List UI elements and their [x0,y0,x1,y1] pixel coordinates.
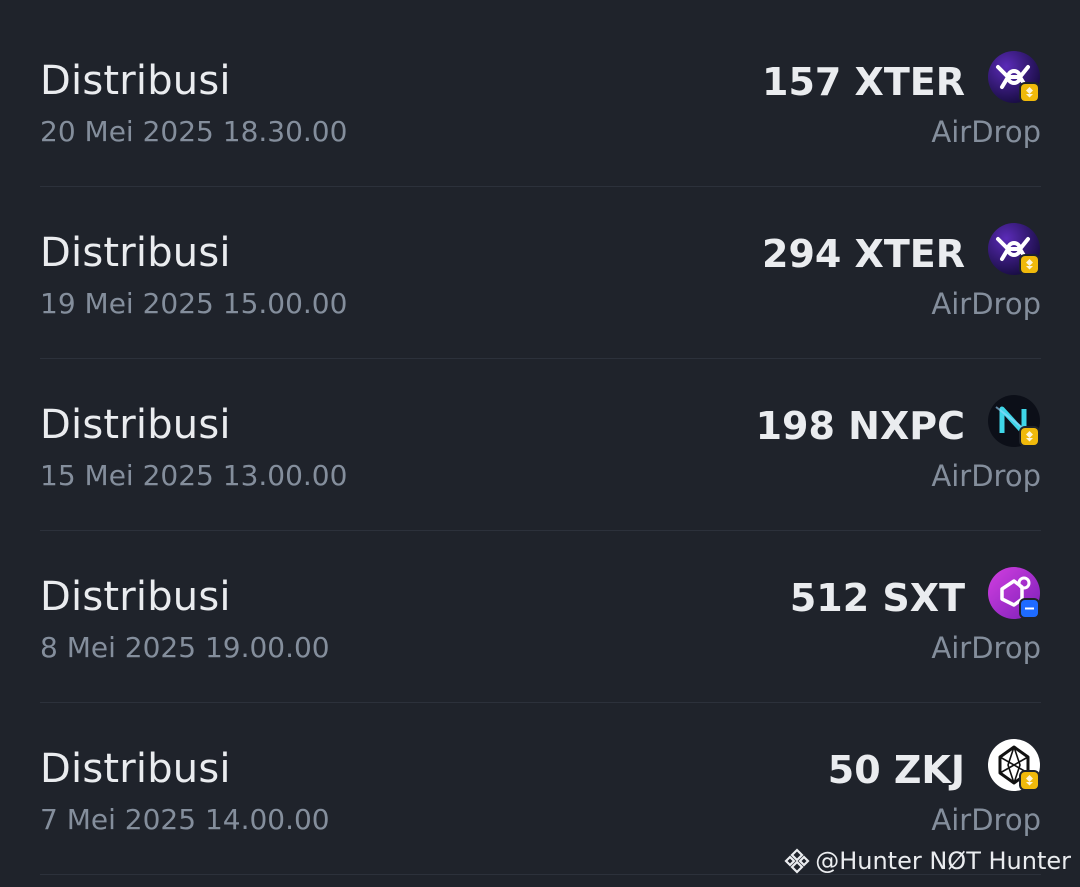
bnb-badge-icon [1019,426,1040,447]
bnb-badge-icon [1019,82,1040,103]
zkj-icon [988,739,1041,792]
transaction-amount: 50 ZKJ [827,748,965,792]
sxt-icon [988,567,1041,620]
transaction-source: AirDrop [931,287,1041,321]
transaction-source: AirDrop [931,115,1041,149]
transaction-type: Distribusi [40,230,231,276]
transaction-list: Distribusi 20 Mei 2025 18.30.00 157 XTER… [40,15,1041,875]
eth-badge-icon [1019,598,1040,619]
transaction-date: 7 Mei 2025 14.00.00 [40,803,330,836]
nxpc-icon [988,395,1041,448]
transaction-source: AirDrop [931,631,1041,665]
transaction-row[interactable]: Distribusi 8 Mei 2025 19.00.00 512 SXT A… [40,531,1041,703]
transaction-row[interactable]: Distribusi 15 Mei 2025 13.00.00 198 NXPC… [40,359,1041,531]
bnb-badge-icon [1019,254,1040,275]
transaction-amount: 198 NXPC [755,404,965,448]
binance-logo-icon [783,847,811,875]
xter-icon [988,223,1041,276]
transaction-date: 8 Mei 2025 19.00.00 [40,631,330,664]
transaction-date: 20 Mei 2025 18.30.00 [40,115,348,148]
watermark: @Hunter NØT Hunter [783,845,1071,877]
transaction-amount: 512 SXT [789,576,965,620]
transaction-source: AirDrop [931,459,1041,493]
watermark-text: @Hunter NØT Hunter [815,847,1071,875]
transaction-date: 19 Mei 2025 15.00.00 [40,287,348,320]
xter-icon [988,51,1041,104]
transaction-amount: 157 XTER [762,60,965,104]
transaction-type: Distribusi [40,574,231,620]
transaction-source: AirDrop [931,803,1041,837]
transaction-amount: 294 XTER [762,232,965,276]
bnb-badge-icon [1019,770,1040,791]
transaction-row[interactable]: Distribusi 20 Mei 2025 18.30.00 157 XTER… [40,15,1041,187]
transaction-date: 15 Mei 2025 13.00.00 [40,459,348,492]
transaction-type: Distribusi [40,58,231,104]
transaction-row[interactable]: Distribusi 19 Mei 2025 15.00.00 294 XTER… [40,187,1041,359]
transaction-type: Distribusi [40,402,231,448]
transaction-type: Distribusi [40,746,231,792]
